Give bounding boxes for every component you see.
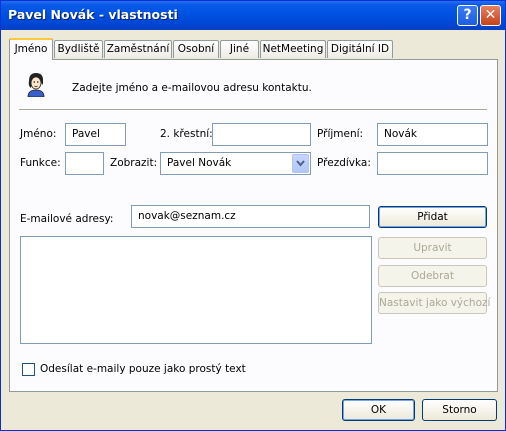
properties-window: Pavel Novák - vlastnosti ? ✕ Jméno Bydli… [0,0,506,431]
first-name-field[interactable]: Pavel [65,123,126,146]
header-separator [19,109,487,111]
middle-name-field[interactable] [212,123,311,146]
cancel-button[interactable]: Storno [422,399,497,421]
tab-digitalni-id[interactable]: Digitální ID [327,40,393,58]
help-button[interactable]: ? [457,5,478,26]
display-select[interactable]: Pavel Novák [160,152,311,175]
tab-netmeeting[interactable]: NetMeeting [260,40,326,58]
email-address-list[interactable] [20,236,372,344]
edit-button[interactable]: Upravit [378,237,487,259]
tab-osobni[interactable]: Osobní [173,40,219,58]
title-field[interactable] [65,152,104,175]
tab-jine[interactable]: Jiné [220,40,259,58]
close-button[interactable]: ✕ [480,5,501,26]
nickname-field[interactable] [377,152,488,175]
tab-bydliste[interactable]: Bydliště [54,40,103,58]
nickname-label: Přezdívka: [317,157,371,169]
title-label: Funkce: [20,157,61,169]
tab-jmeno[interactable]: Jméno [9,38,53,60]
tab-panel-jmeno: Zadejte jméno a e-mailovou adresu kontak… [9,59,498,392]
header-instruction: Zadejte jméno a e-mailovou adresu kontak… [72,82,312,94]
last-name-label: Příjmení: [317,128,364,140]
remove-button[interactable]: Odebrat [378,265,487,287]
email-label: E-mailové adresy: [20,213,114,225]
middle-name-label: 2. křestní: [160,128,213,140]
add-button[interactable]: Přidat [378,206,487,228]
first-name-label: Jméno: [20,128,57,140]
set-default-button[interactable]: Nastavit jako výchozí [378,292,490,314]
contact-person-icon [27,73,45,97]
chevron-down-icon [296,160,305,167]
display-value: Pavel Novák [167,157,232,169]
display-label: Zobrazit: [110,157,158,169]
window-title: Pavel Novák - vlastnosti [8,7,178,22]
dropdown-button[interactable] [292,154,309,173]
plain-text-checkbox[interactable] [22,363,35,376]
plain-text-checkbox-label[interactable]: Odesílat e-maily pouze jako prostý text [40,363,246,375]
email-field[interactable]: novak@seznam.cz [131,205,370,228]
tab-zamestnani[interactable]: Zaměstnání [104,40,172,58]
title-bar[interactable]: Pavel Novák - vlastnosti ? ✕ [1,1,505,30]
ok-button[interactable]: OK [342,399,415,421]
last-name-field[interactable]: Novák [377,123,488,146]
